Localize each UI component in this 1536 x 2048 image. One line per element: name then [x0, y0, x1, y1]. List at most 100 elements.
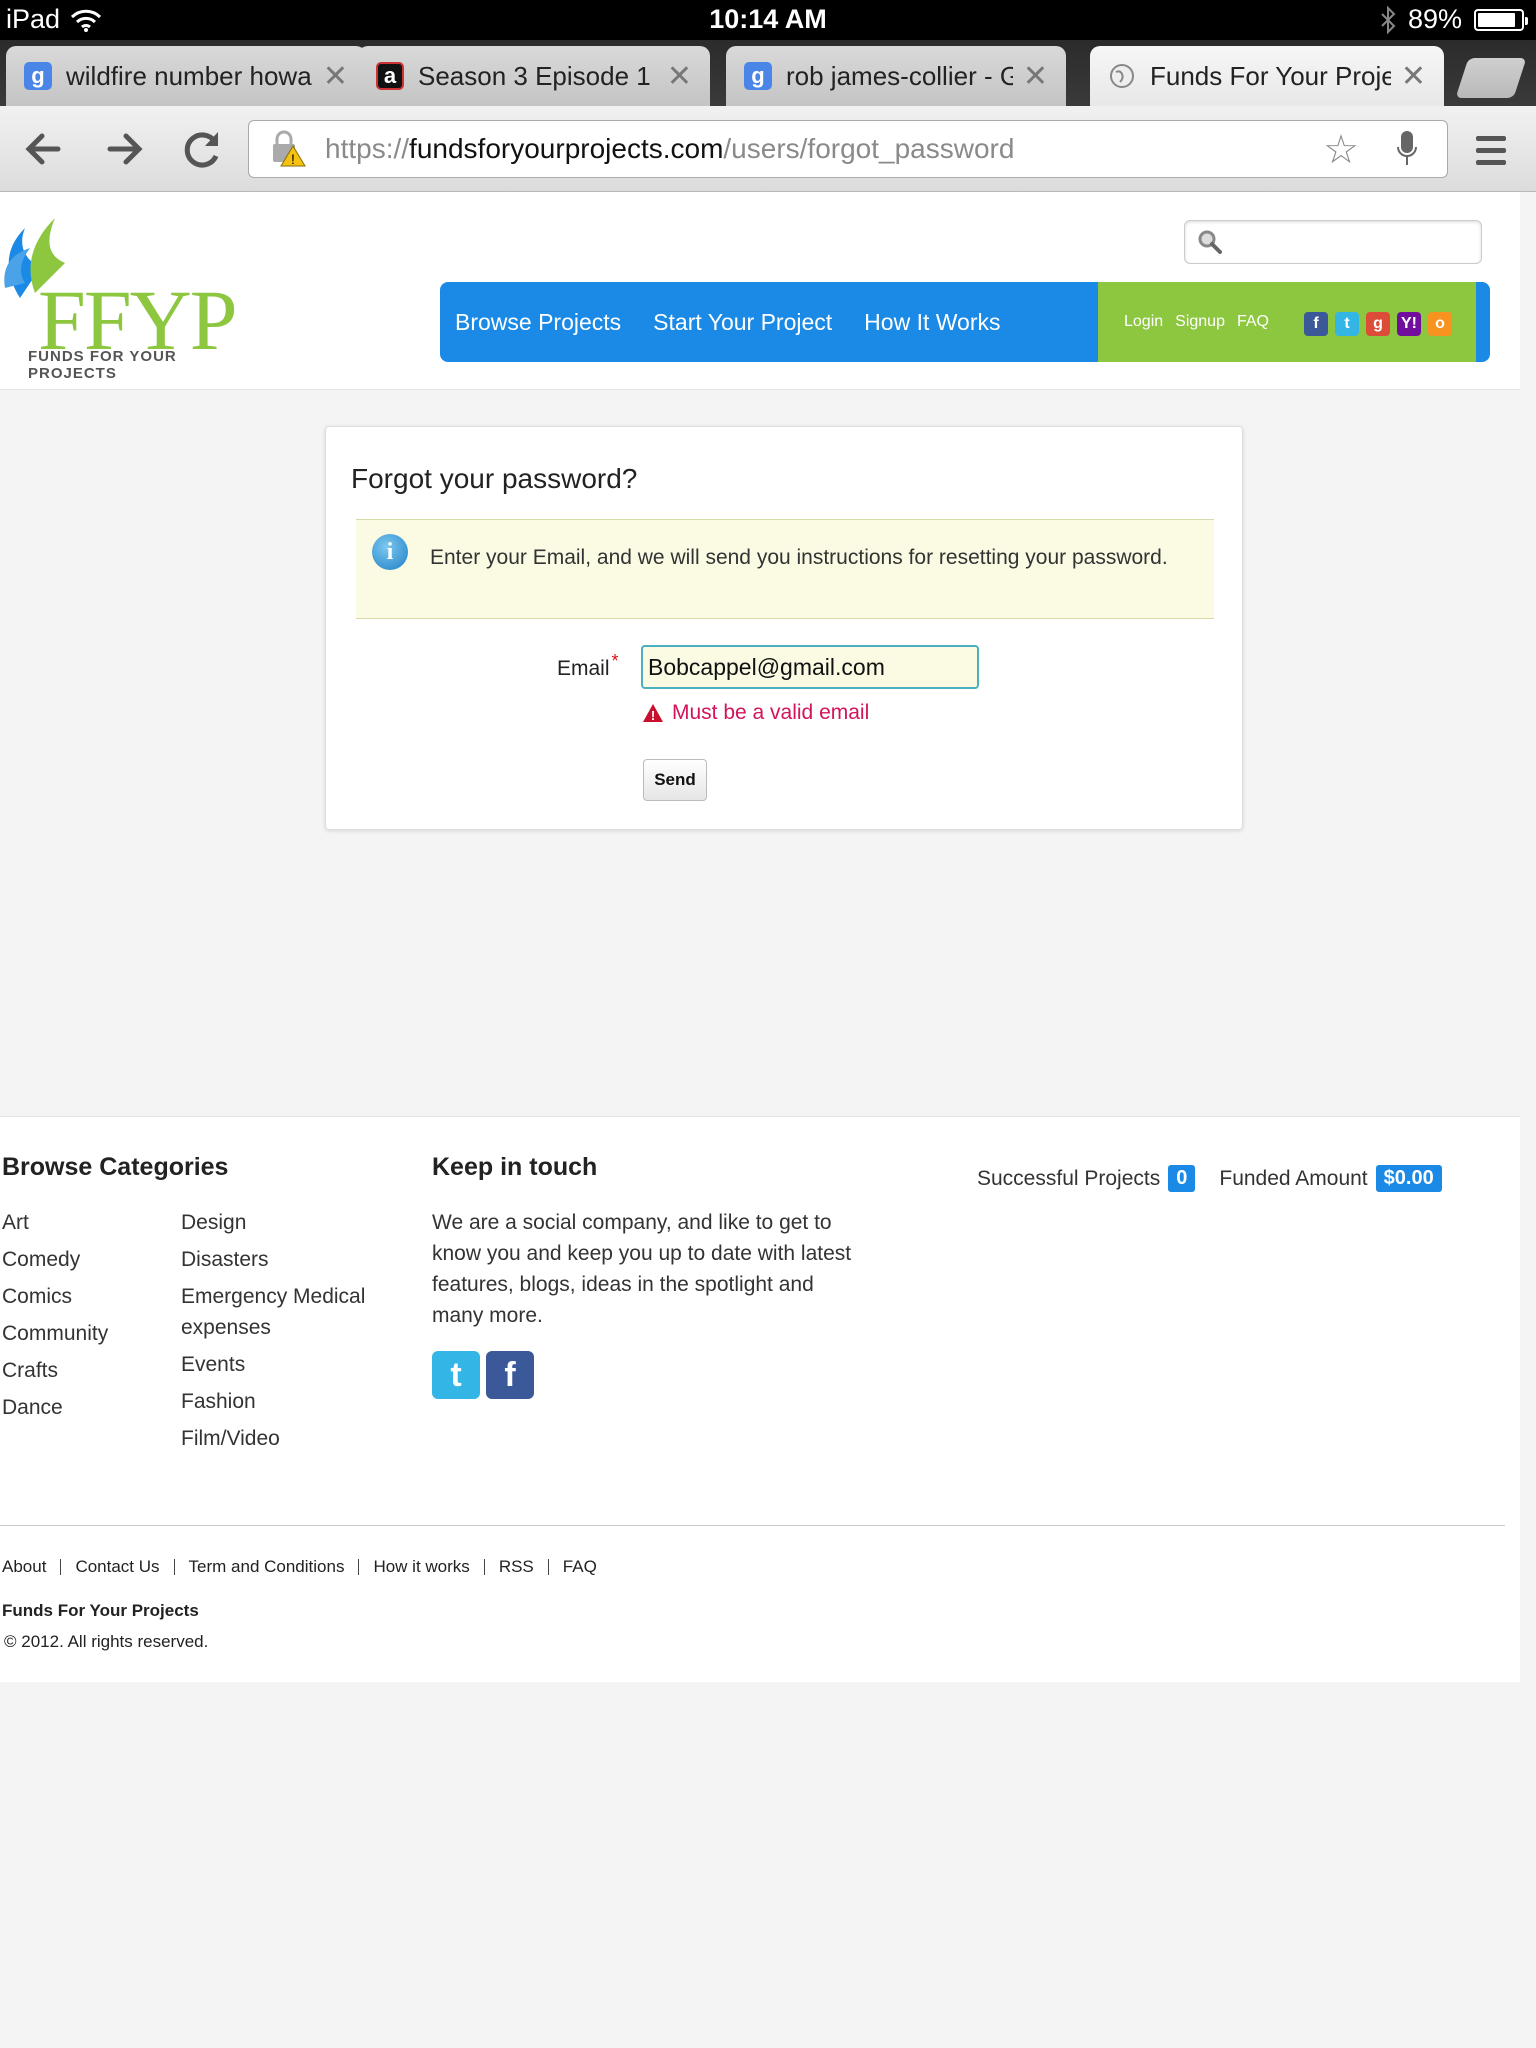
yahoo-icon[interactable]: Y!: [1397, 312, 1421, 336]
page: FFYP FUNDS FOR YOUR PROJECTS Browse Proj…: [0, 192, 1520, 1692]
address-bar[interactable]: ! https:// fundsforyourprojects.com /use…: [248, 120, 1448, 178]
keep-in-touch-text: We are a social company, and like to get…: [432, 1211, 852, 1327]
footer-link-contact[interactable]: Contact Us: [75, 1557, 159, 1577]
footer-links: About Contact Us Term and Conditions How…: [2, 1557, 597, 1577]
twitter-icon[interactable]: t: [1335, 312, 1359, 336]
forgot-password-card: Forgot your password? i Enter your Email…: [325, 426, 1243, 830]
bookmark-star-icon[interactable]: ☆: [1323, 127, 1359, 173]
site-search-input[interactable]: [1184, 220, 1482, 264]
main-nav: Browse Projects Start Your Project How I…: [440, 282, 1490, 362]
required-asterisk: *: [611, 651, 619, 671]
nav-browse-projects[interactable]: Browse Projects: [455, 309, 621, 336]
category-link[interactable]: Art: [2, 1207, 108, 1238]
svg-text:!: !: [291, 151, 295, 167]
lock-warning-icon: !: [273, 130, 306, 167]
site-header: FFYP FUNDS FOR YOUR PROJECTS Browse Proj…: [0, 192, 1520, 390]
close-icon[interactable]: ✕: [1023, 59, 1048, 94]
page-title: Forgot your password?: [351, 463, 638, 494]
info-message: Enter your Email, and we will send you i…: [430, 546, 1168, 569]
openid-icon[interactable]: o: [1428, 312, 1452, 336]
keep-in-touch-title: Keep in touch: [432, 1153, 598, 1181]
footer-divider: [0, 1525, 1505, 1526]
email-error: ! Must be a valid email: [642, 701, 869, 725]
facebook-icon[interactable]: f: [1304, 312, 1328, 336]
twitter-icon[interactable]: t: [432, 1351, 480, 1399]
nav-signup[interactable]: Signup: [1175, 313, 1225, 331]
google-icon: g: [744, 62, 772, 90]
close-icon[interactable]: ✕: [323, 59, 348, 94]
nav-start-project[interactable]: Start Your Project: [653, 309, 832, 336]
status-time: 10:14 AM: [709, 4, 827, 34]
browser-toolbar: ! https:// fundsforyourprojects.com /use…: [0, 106, 1536, 192]
tab-title: Season 3 Episode 1: [418, 60, 651, 91]
close-icon[interactable]: ✕: [1401, 59, 1426, 94]
site-stats: Successful Projects 0 Funded Amount $0.0…: [977, 1165, 1466, 1192]
tab-title: Funds For Your Projec: [1150, 60, 1391, 91]
forward-icon[interactable]: [100, 124, 150, 174]
funded-amount-badge: $0.00: [1375, 1165, 1442, 1192]
nav-how-it-works[interactable]: How It Works: [864, 309, 1000, 336]
nav-faq[interactable]: FAQ: [1237, 313, 1269, 331]
browse-categories-title: Browse Categories: [2, 1153, 229, 1181]
category-link[interactable]: Dance: [2, 1392, 108, 1423]
category-column-1: Art Comedy Comics Community Crafts Dance: [2, 1207, 108, 1429]
url-host: fundsforyourprojects.com: [409, 133, 724, 164]
category-link[interactable]: Comics: [2, 1281, 108, 1312]
tab-strip: g wildfire number howar ✕ a Season 3 Epi…: [0, 40, 1536, 106]
email-field[interactable]: [641, 645, 979, 689]
browser-tab[interactable]: a Season 3 Episode 1 ✕: [358, 46, 710, 106]
footer-link-how-it-works[interactable]: How it works: [373, 1557, 469, 1577]
category-link[interactable]: Community: [2, 1318, 108, 1349]
funded-amount-label: Funded Amount: [1219, 1166, 1368, 1190]
category-column-2: Design Disasters Emergency Medical expen…: [181, 1207, 391, 1460]
bluetooth-icon: [1381, 5, 1396, 34]
category-link[interactable]: Film/Video: [181, 1423, 391, 1454]
google-icon: g: [24, 62, 52, 90]
warning-icon: !: [643, 704, 663, 723]
browser-tab[interactable]: g rob james-collier - Go ✕: [726, 46, 1066, 106]
url-scheme: https://: [325, 133, 410, 164]
category-link[interactable]: Crafts: [2, 1355, 108, 1386]
amc-icon: a: [376, 62, 404, 90]
category-link[interactable]: Disasters: [181, 1244, 391, 1275]
close-icon[interactable]: ✕: [667, 59, 692, 94]
successful-projects-badge: 0: [1168, 1165, 1196, 1192]
tab-title: wildfire number howar: [66, 60, 313, 91]
nav-login[interactable]: Login: [1124, 313, 1163, 331]
browser-tab-active[interactable]: Funds For Your Projec ✕: [1090, 46, 1444, 106]
category-link[interactable]: Design: [181, 1207, 391, 1238]
footer-link-faq[interactable]: FAQ: [563, 1557, 597, 1577]
google-icon[interactable]: g: [1366, 312, 1390, 336]
successful-projects-label: Successful Projects: [977, 1166, 1161, 1190]
back-icon[interactable]: [18, 124, 68, 174]
menu-icon[interactable]: [1476, 136, 1506, 166]
info-icon: i: [372, 534, 408, 570]
site-footer: Browse Categories Art Comedy Comics Comm…: [0, 1116, 1520, 1682]
browser-tab[interactable]: g wildfire number howar ✕: [6, 46, 366, 106]
category-link[interactable]: Comedy: [2, 1244, 108, 1275]
reload-icon[interactable]: [178, 124, 228, 174]
microphone-icon[interactable]: [1397, 131, 1417, 167]
footer-link-rss[interactable]: RSS: [499, 1557, 534, 1577]
status-bar: iPad 10:14 AM 89%: [0, 0, 1536, 40]
category-link[interactable]: Fashion: [181, 1386, 391, 1417]
footer-link-about[interactable]: About: [2, 1557, 46, 1577]
logo-subtitle: FUNDS FOR YOUR PROJECTS: [28, 348, 177, 382]
email-error-text: Must be a valid email: [672, 701, 870, 724]
globe-icon: [1110, 64, 1134, 88]
new-tab-button[interactable]: [1455, 58, 1527, 98]
footer-link-terms[interactable]: Term and Conditions: [189, 1557, 345, 1577]
url-path: /users/forgot_password: [723, 133, 1015, 164]
battery-icon: [1474, 8, 1528, 31]
user-nav: Login Signup FAQ f t g Y! o: [1098, 282, 1476, 362]
battery-percent: 89%: [1407, 4, 1462, 34]
info-alert: i Enter your Email, and we will send you…: [356, 519, 1214, 619]
footer-company-name: Funds For Your Projects: [2, 1601, 199, 1620]
site-logo[interactable]: FFYP FUNDS FOR YOUR PROJECTS: [0, 198, 240, 382]
category-link[interactable]: Emergency Medical expenses: [181, 1281, 391, 1343]
send-button[interactable]: Send: [643, 759, 707, 801]
email-label: Email *: [557, 651, 619, 681]
category-link[interactable]: Events: [181, 1349, 391, 1380]
email-label-text: Email: [557, 657, 610, 680]
facebook-icon[interactable]: f: [486, 1351, 534, 1399]
